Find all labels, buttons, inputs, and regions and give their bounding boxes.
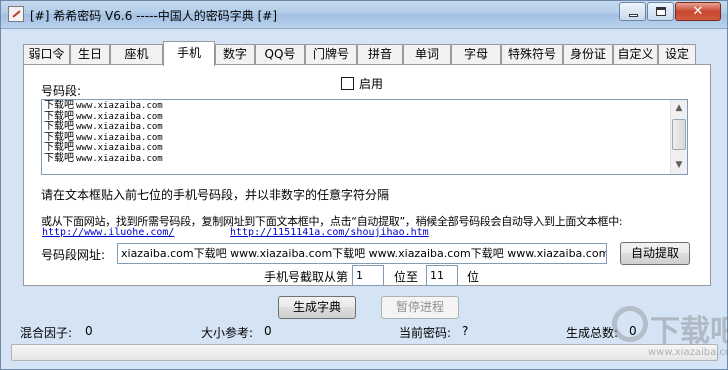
watermark-logo: 下载吧 www.xiazaiba.com (612, 303, 728, 361)
scroll-down-arrow-icon[interactable]: ▼ (671, 157, 687, 174)
link-shoujihao[interactable]: http://1151141a.com/shoujihao.htm (230, 227, 429, 238)
scroll-up-arrow-icon[interactable]: ▲ (671, 100, 687, 117)
window-controls: ✕ (618, 2, 721, 21)
segment-label: 号码段: (41, 84, 82, 98)
cut-from-input[interactable]: 1 (352, 265, 384, 286)
enable-label[interactable]: 启用 (359, 75, 383, 92)
cut-suffix-label: 位 (467, 270, 480, 284)
tab-id-card[interactable]: 身份证 (563, 44, 613, 65)
tab-weak-password[interactable]: 弱口令 (23, 44, 70, 65)
minimize-button[interactable] (619, 2, 646, 21)
mix-factor-value: 0 (85, 324, 93, 338)
tab-house-number[interactable]: 门牌号 (305, 44, 357, 65)
current-password-value: ? (462, 324, 469, 338)
size-ref-value: 0 (264, 324, 272, 338)
scrollbar-thumb[interactable] (672, 119, 686, 150)
watermark-circle-icon (612, 306, 648, 342)
tab-landline[interactable]: 座机 (110, 44, 163, 65)
current-password-label: 当前密码: (399, 326, 452, 340)
cut-middle-label: 位至 (394, 270, 419, 284)
textarea-line: 下载吧 www.xiazaiba.com (44, 131, 163, 143)
link-iluohe[interactable]: http://www.iluohe.com/ (42, 227, 174, 238)
window-title: [#] 希希密码 V6.6 -----中国人的密码字典 [#] (30, 9, 278, 23)
tab-letter[interactable]: 字母 (451, 44, 501, 65)
textarea-line: 下载吧 www.xiazaiba.com (44, 100, 163, 111)
maximize-icon (656, 7, 666, 16)
enable-checkbox[interactable] (341, 77, 354, 90)
total-generated-label: 生成总数: (566, 326, 619, 340)
mix-factor-label: 混合因子: (20, 326, 73, 340)
tab-custom[interactable]: 自定义 (613, 44, 658, 65)
title-bar[interactable]: [#] 希希密码 V6.6 -----中国人的密码字典 [#] ✕ (1, 1, 727, 29)
tab-number[interactable]: 数字 (215, 44, 255, 65)
tab-qq[interactable]: QQ号 (255, 44, 305, 65)
close-icon: ✕ (692, 4, 704, 19)
url-input[interactable]: xiazaiba.com下载吧 www.xiazaiba.com下载吧 www.… (117, 243, 607, 264)
generate-dictionary-button[interactable]: 生成字典 (278, 296, 356, 319)
tab-bar: 弱口令 生日 座机 手机 数字 QQ号 门牌号 拼音 单词 字母 特殊符号 身份… (23, 41, 703, 66)
watermark-subtext: www.xiazaiba.com (648, 347, 728, 358)
auto-extract-button[interactable]: 自动提取 (620, 242, 690, 265)
tab-pinyin[interactable]: 拼音 (357, 44, 403, 65)
instruction-text: 请在文本框贴入前七位的手机号码段，并以非数字的任意字符分隔 (41, 188, 390, 202)
textarea-scrollbar[interactable]: ▲ ▼ (670, 100, 687, 174)
size-ref-label: 大小参考: (201, 326, 254, 340)
minimize-icon (629, 14, 638, 17)
close-button[interactable]: ✕ (675, 2, 721, 21)
tab-word[interactable]: 单词 (403, 44, 451, 65)
watermark-text: 下载吧 (650, 314, 728, 349)
cut-prefix-label: 手机号截取从第 (264, 270, 349, 284)
textarea-content: 下载吧 www.xiazaiba.com 下载吧 www.xiazaiba.com … (44, 100, 670, 164)
pause-process-button[interactable]: 暂停进程 (381, 296, 459, 319)
textarea-line: 下载吧 www.xiazaiba.com (44, 142, 163, 153)
segment-textarea[interactable]: 下载吧 www.xiazaiba.com 下载吧 www.xiazaiba.com … (41, 99, 688, 175)
tab-special-symbol[interactable]: 特殊符号 (501, 44, 563, 65)
app-icon[interactable] (8, 6, 24, 22)
tab-mobile[interactable]: 手机 (163, 41, 215, 66)
url-label: 号码段网址: (41, 248, 106, 262)
tab-settings[interactable]: 设定 (658, 44, 696, 65)
cut-to-input[interactable]: 11 (426, 265, 458, 286)
textarea-line: 下载吧 www.xiazaiba.com (44, 121, 163, 132)
mobile-tab-panel: 号码段: 启用 下载吧 www.xiazaiba.com 下载吧 www.xiaza… (23, 64, 711, 286)
textarea-line: 下载吧 www.xiazaiba.com (44, 110, 163, 122)
maximize-button[interactable] (647, 2, 674, 21)
textarea-line: 下载吧 www.xiazaiba.com (44, 152, 163, 164)
tab-birthday[interactable]: 生日 (70, 44, 110, 65)
app-window: [#] 希希密码 V6.6 -----中国人的密码字典 [#] ✕ 弱口令 生日… (0, 0, 728, 370)
